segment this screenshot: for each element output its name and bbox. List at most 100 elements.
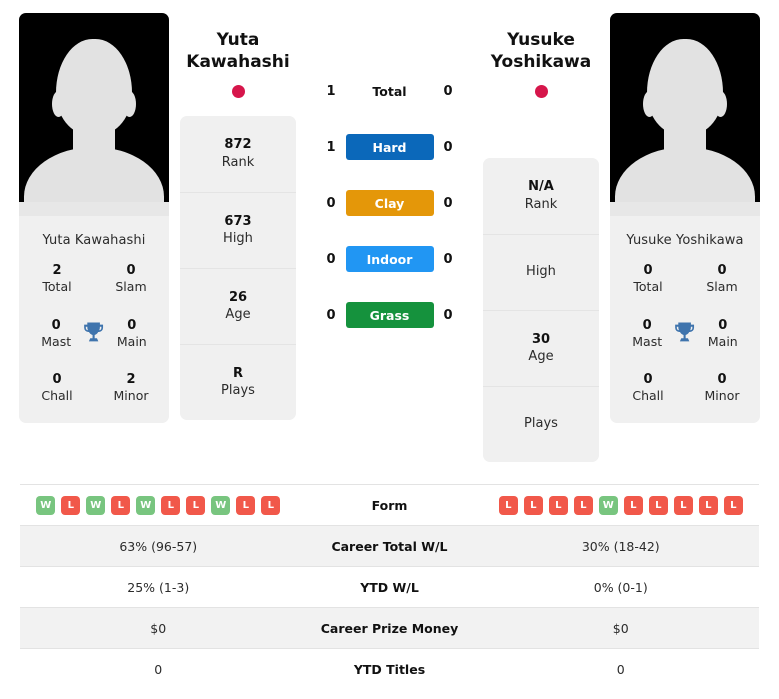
- player-photo-name-left: Yuta Kawahashi: [42, 233, 146, 248]
- form-badge-loss[interactable]: L: [698, 495, 718, 515]
- titles-mast-right: 0 Mast: [632, 317, 663, 349]
- player-photo-right: [610, 13, 760, 216]
- surface-hard-right-count: 0: [443, 139, 453, 155]
- surface-badge-hard[interactable]: Hard: [345, 134, 434, 160]
- surface-clay-right-count: 0: [443, 195, 453, 211]
- titles-slam-right: 0 Slam: [706, 263, 738, 295]
- surface-total-label: Total: [372, 83, 407, 99]
- avatar-ear-left-icon: [52, 91, 65, 117]
- titles-row-mast-main-left: 0 Mast 0 Main: [19, 317, 169, 351]
- ytd-titles-left: 0: [154, 661, 163, 677]
- form-badge-win[interactable]: W: [211, 495, 231, 515]
- ytd-wl-right: 0% (0-1): [593, 579, 648, 595]
- form-badge-loss[interactable]: L: [236, 495, 256, 515]
- ytd-titles-right: 0: [616, 661, 625, 677]
- stat-age-right: 30 Age: [483, 309, 599, 386]
- photo-fade: [610, 202, 760, 216]
- form-badge-loss[interactable]: L: [111, 495, 131, 515]
- titles-minor-left: 2 Minor: [113, 372, 149, 404]
- stat-label-form: Form: [371, 497, 408, 513]
- form-badge-loss[interactable]: L: [261, 495, 281, 515]
- player-first-name-left: Yuta: [216, 30, 260, 50]
- player-first-name-right: Yusuke: [507, 30, 575, 50]
- titles-row-total-slam-right: 0 Total 0 Slam: [610, 262, 760, 296]
- stat-rank-right: N/A Rank: [524, 179, 558, 212]
- surface-indoor-right-count: 0: [443, 251, 453, 267]
- form-badge-loss[interactable]: L: [548, 495, 568, 515]
- player-info-right: Yusuke Yoshikawa N/A Rank High 30 Age Pl…: [483, 0, 599, 462]
- stat-high-right: High: [483, 233, 599, 310]
- titles-row-mast-main-right: 0 Mast 0 Main: [610, 317, 760, 351]
- form-badge-win[interactable]: W: [86, 495, 106, 515]
- player-last-name-left: Kawahashi: [186, 51, 290, 72]
- titles-mast-left: 0 Mast: [41, 317, 72, 349]
- surface-row-hard: 1 Hard 0: [296, 119, 483, 175]
- player-name-right[interactable]: Yusuke Yoshikawa: [491, 30, 591, 74]
- surface-row-grass: 0 Grass 0: [296, 287, 483, 343]
- flag-japan-icon-left: [231, 84, 245, 98]
- titles-total-left: 2 Total: [42, 263, 72, 295]
- surface-grass-right-count: 0: [443, 307, 453, 323]
- surface-grass-left-count: 0: [326, 307, 336, 323]
- trophy-icon: [84, 322, 104, 342]
- photo-fade: [19, 202, 169, 216]
- surface-badge-indoor[interactable]: Indoor: [345, 246, 434, 272]
- avatar-ear-left-icon: [643, 91, 656, 117]
- surface-badge-clay[interactable]: Clay: [345, 190, 434, 216]
- form-badge-loss[interactable]: L: [673, 495, 693, 515]
- surface-row-total: 1 Total 0: [296, 63, 483, 119]
- stat-high-left: 673 High: [180, 191, 296, 268]
- stat-label-ytd-titles: YTD Titles: [353, 661, 426, 677]
- form-badge-loss[interactable]: L: [161, 495, 181, 515]
- form-badge-loss[interactable]: L: [623, 495, 643, 515]
- titles-grid-right: 0 Total 0 Slam 0 Mast 0 Main 0 Chall 0 M…: [610, 262, 760, 423]
- titles-total-right: 0 Total: [633, 263, 663, 295]
- career-prize-money-left: $0: [150, 620, 167, 636]
- form-left: WLWLWLLWLL: [20, 495, 297, 515]
- titles-minor-right: 0 Minor: [704, 372, 740, 404]
- table-row: 25% (1-3) YTD W/L 0% (0-1): [20, 566, 759, 607]
- table-row: 63% (96-57) Career Total W/L 30% (18-42): [20, 525, 759, 566]
- trophy-icon: [675, 322, 695, 342]
- surface-total-left-count: 1: [326, 83, 336, 99]
- comparison-stats-table: WLWLWLLWLL Form LLLLWLLLLL 63% (96-57) C…: [20, 484, 759, 689]
- form-badge-loss[interactable]: L: [498, 495, 518, 515]
- titles-main-left: 0 Main: [116, 317, 147, 349]
- form-badge-win[interactable]: W: [598, 495, 618, 515]
- stat-label-career-total-wl: Career Total W/L: [331, 538, 448, 554]
- titles-main-right: 0 Main: [707, 317, 738, 349]
- player-last-name-right: Yoshikawa: [490, 51, 592, 72]
- surface-clay-left-count: 0: [326, 195, 336, 211]
- titles-chall-left: 0 Chall: [41, 372, 73, 404]
- surface-hard-left-count: 1: [326, 139, 336, 155]
- career-total-wl-left: 63% (96-57): [119, 538, 198, 554]
- table-row: $0 Career Prize Money $0: [20, 607, 759, 648]
- table-row: WLWLWLLWLL Form LLLLWLLLLL: [20, 484, 759, 525]
- stat-rank-left: 872 Rank: [221, 137, 255, 170]
- player-name-left[interactable]: Yuta Kawahashi: [186, 30, 289, 74]
- form-badge-loss[interactable]: L: [523, 495, 543, 515]
- titles-row-chall-minor-left: 0 Chall 2 Minor: [19, 371, 169, 405]
- stat-plays-left: R Plays: [180, 343, 296, 420]
- form-badge-loss[interactable]: L: [61, 495, 81, 515]
- form-badge-win[interactable]: W: [136, 495, 156, 515]
- surface-row-indoor: 0 Indoor 0: [296, 231, 483, 287]
- stat-plays-right: Plays: [483, 385, 599, 462]
- form-badge-win[interactable]: W: [36, 495, 56, 515]
- form-badge-loss[interactable]: L: [186, 495, 206, 515]
- avatar-ear-right-icon: [714, 91, 727, 117]
- stat-age-left: 26 Age: [180, 267, 296, 344]
- player-card-left[interactable]: Yuta Kawahashi 2 Total 0 Slam 0 Mast 0 M…: [19, 13, 169, 423]
- form-badge-loss[interactable]: L: [723, 495, 743, 515]
- player-stats-card-left: 872 Rank 673 High 26 Age R Plays: [180, 115, 296, 420]
- player-card-right[interactable]: Yusuke Yoshikawa 0 Total 0 Slam 0 Mast 0…: [610, 13, 760, 423]
- form-badge-loss[interactable]: L: [648, 495, 668, 515]
- head-to-head-surfaces: 1 Total 0 1 Hard 0 0 Clay 0 0 Indoor 0 0: [296, 0, 483, 343]
- player-stats-card-right: N/A Rank High 30 Age Plays: [483, 157, 599, 462]
- surface-row-clay: 0 Clay 0: [296, 175, 483, 231]
- flag-japan-icon-right: [534, 84, 548, 98]
- form-badge-loss[interactable]: L: [573, 495, 593, 515]
- surface-badge-grass[interactable]: Grass: [345, 302, 434, 328]
- titles-chall-right: 0 Chall: [632, 372, 664, 404]
- titles-grid-left: 2 Total 0 Slam 0 Mast 0 Main 0 Chall 2 M…: [19, 262, 169, 423]
